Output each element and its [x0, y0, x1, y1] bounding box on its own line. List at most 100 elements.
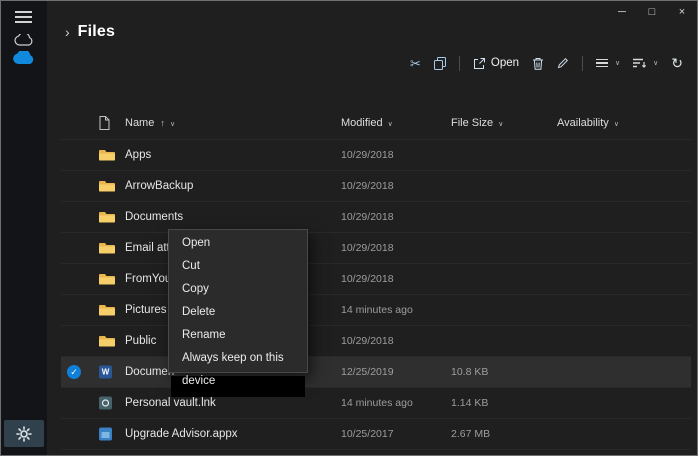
toolbar: ✂ Open ∨ ∨ ↻ — [410, 51, 683, 75]
table-row[interactable]: Documents 10/29/2018 — [61, 202, 691, 233]
context-menu-item-open[interactable]: Open — [169, 232, 307, 255]
file-name: Documents — [125, 211, 184, 223]
scissors-icon: ✂ — [409, 55, 421, 71]
column-header-name[interactable]: Name ↑ ∨ — [125, 117, 175, 129]
file-name: Personal vault.lnk — [125, 397, 216, 409]
file-modified: 14 minutes ago — [341, 304, 413, 316]
file-name: ArrowBackup — [125, 180, 194, 192]
column-label: Availability — [557, 117, 609, 129]
table-row[interactable]: Pictures 14 minutes ago — [61, 295, 691, 326]
folder-icon — [99, 180, 115, 193]
file-modified: 10/29/2018 — [341, 335, 394, 347]
context-menu-item-rename[interactable]: Rename — [169, 324, 307, 347]
check-icon: ✓ — [67, 365, 81, 379]
chevron-down-icon: ∨ — [613, 121, 619, 128]
context-menu-item-always-keep[interactable]: Always keep on this device — [169, 347, 307, 387]
file-size: 2.67 MB — [451, 428, 491, 440]
selection-check-button[interactable]: ✓ — [67, 365, 81, 379]
chevron-down-icon: ∨ — [387, 121, 393, 128]
table-row-selected[interactable]: ✓ W Documen 12/25/2019 10.8 KB — [61, 357, 691, 388]
open-label: Open — [490, 57, 520, 69]
open-icon — [473, 57, 485, 69]
close-button[interactable]: × — [667, 1, 697, 23]
delete-button[interactable] — [532, 57, 544, 70]
file-modified: 10/29/2018 — [341, 180, 394, 192]
chevron-down-icon: ∨ — [653, 60, 659, 67]
view-options-button[interactable]: ∨ — [596, 58, 621, 68]
table-row[interactable]: Apps 10/29/2018 — [61, 140, 691, 171]
cut-button[interactable]: ✂ — [410, 57, 421, 70]
file-modified: 10/25/2017 — [341, 428, 394, 440]
column-label: File Size — [451, 117, 494, 129]
rename-icon — [557, 57, 569, 69]
content-area: › Files ✂ Open ∨ ∨ ↻ Name ↑ ∨ Modified ∨… — [47, 1, 697, 455]
column-header-availability[interactable]: Availability ∨ — [557, 117, 619, 129]
file-name: Public — [125, 335, 157, 347]
file-list: Apps 10/29/2018 ArrowBackup 10/29/2018 D… — [61, 139, 691, 450]
folder-icon — [99, 304, 115, 317]
toolbar-divider — [458, 55, 460, 71]
word-document-icon: W — [99, 365, 112, 379]
folder-icon — [99, 149, 115, 162]
folder-icon — [99, 273, 115, 286]
file-name: Pictures — [125, 304, 167, 316]
column-header-modified[interactable]: Modified ∨ — [341, 117, 393, 129]
table-row[interactable]: Email atta 10/29/2018 — [61, 233, 691, 264]
open-button[interactable]: Open — [473, 57, 519, 70]
column-label: Name — [125, 117, 155, 129]
column-header-file-size[interactable]: File Size ∨ — [451, 117, 503, 129]
file-modified: 10/29/2018 — [341, 211, 394, 223]
sidebar — [1, 1, 47, 455]
folder-icon — [99, 335, 115, 348]
folder-icon — [99, 242, 115, 255]
table-row[interactable]: FromYou 10/29/2018 — [61, 264, 691, 295]
file-name: Apps — [125, 149, 152, 161]
chevron-down-icon: ∨ — [169, 121, 176, 128]
file-size: 1.14 KB — [451, 397, 489, 409]
file-name: FromYou — [125, 273, 172, 285]
chevron-down-icon: ∨ — [498, 121, 504, 128]
refresh-icon: ↻ — [671, 55, 683, 71]
table-row[interactable]: ArrowBackup 10/29/2018 — [61, 171, 691, 202]
trash-icon — [533, 57, 544, 70]
sort-order-button[interactable]: ∨ — [633, 58, 658, 68]
settings-button[interactable] — [4, 420, 44, 447]
chevron-right-icon: › — [65, 24, 70, 40]
folder-icon — [99, 211, 115, 224]
copy-button[interactable] — [433, 56, 446, 70]
table-row[interactable]: Public 10/29/2018 — [61, 326, 691, 357]
maximize-button[interactable]: □ — [637, 1, 667, 23]
window-controls: ─ □ × — [607, 1, 697, 23]
vault-shortcut-icon — [99, 396, 112, 410]
context-menu-item-copy[interactable]: Copy — [169, 278, 307, 301]
file-modified: 10/29/2018 — [341, 149, 394, 161]
refresh-button[interactable]: ↻ — [671, 56, 683, 70]
table-header: Name ↑ ∨ Modified ∨ File Size ∨ Availabi… — [61, 113, 691, 137]
toolbar-divider — [582, 55, 584, 71]
file-name: Documen — [125, 366, 175, 378]
file-name: Upgrade Advisor.appx — [125, 428, 238, 440]
context-menu-item-cut[interactable]: Cut — [169, 255, 307, 278]
onedrive-cloud-icon[interactable] — [1, 49, 47, 70]
page-title: Files — [77, 23, 116, 40]
gear-icon — [16, 425, 32, 442]
breadcrumb[interactable]: › Files — [65, 23, 115, 41]
table-row[interactable]: Upgrade Advisor.appx 10/25/2017 2.67 MB — [61, 419, 691, 450]
context-menu-item-delete[interactable]: Delete — [169, 301, 307, 324]
column-label: Modified — [341, 117, 383, 129]
context-menu: Open Cut Copy Delete Rename Always keep … — [168, 229, 308, 387]
minimize-button[interactable]: ─ — [607, 1, 637, 23]
file-modified: 10/29/2018 — [341, 242, 394, 254]
appx-package-icon — [99, 427, 112, 441]
document-type-column-icon[interactable] — [99, 116, 110, 133]
list-view-icon — [596, 58, 609, 68]
sort-icon — [633, 58, 647, 68]
file-modified: 14 minutes ago — [341, 397, 413, 409]
chevron-down-icon: ∨ — [615, 60, 621, 67]
rename-button[interactable] — [557, 57, 569, 69]
file-size: 10.8 KB — [451, 366, 489, 378]
cloud-outline-icon[interactable] — [1, 32, 47, 51]
sort-ascending-icon: ↑ — [160, 118, 165, 128]
table-row[interactable]: Personal vault.lnk 14 minutes ago 1.14 K… — [61, 388, 691, 419]
hamburger-menu-button[interactable] — [15, 11, 32, 26]
